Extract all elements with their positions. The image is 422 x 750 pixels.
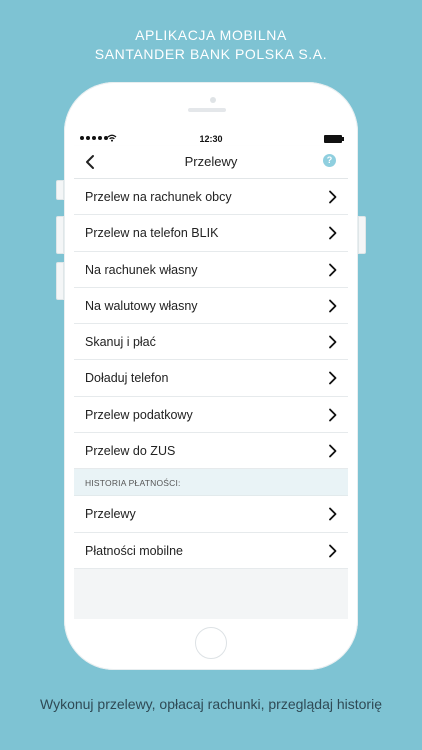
history-menu: Przelewy Płatności mobilne	[74, 496, 348, 569]
promo-title-line2: SANTANDER BANK POLSKA S.A.	[94, 46, 328, 62]
menu-item-label: Przelew podatkowy	[85, 407, 193, 422]
menu-item-label: Przelew do ZUS	[85, 444, 176, 459]
volume-up-button	[56, 216, 64, 254]
chevron-right-icon	[329, 335, 337, 349]
volume-down-button	[56, 262, 64, 300]
menu-item-skanuj-i-plac[interactable]: Skanuj i płać	[74, 324, 348, 361]
menu-item-label: Na rachunek własny	[85, 262, 198, 277]
menu-item-na-rachunek-wlasny[interactable]: Na rachunek własny	[74, 251, 348, 288]
menu-item-label: Doładuj telefon	[85, 371, 169, 386]
chevron-right-icon	[329, 190, 337, 204]
status-time: 12:30	[199, 134, 223, 144]
help-icon[interactable]: ?	[323, 154, 336, 167]
chevron-right-icon	[329, 372, 337, 385]
transfer-menu: Przelew na rachunek obcy Przelew na tele…	[74, 179, 348, 470]
mute-switch	[56, 180, 64, 200]
chevron-right-icon	[329, 299, 337, 313]
chevron-right-icon	[329, 408, 337, 422]
menu-item-label: Na walutowy własny	[85, 298, 198, 313]
menu-item-przelew-podatkowy[interactable]: Przelew podatkowy	[74, 396, 348, 434]
chevron-right-icon	[329, 263, 337, 276]
menu-item-label: Płatności mobilne	[85, 543, 183, 558]
menu-item-label: Skanuj i płać	[85, 335, 156, 350]
status-bar: 12:30	[74, 132, 348, 146]
battery-icon	[324, 135, 344, 143]
history-section-header: HISTORIA PŁATNOŚCI:	[74, 469, 348, 497]
navigation-bar: Przelewy ?	[74, 146, 348, 179]
menu-item-platnosci-mobilne[interactable]: Płatności mobilne	[74, 532, 348, 569]
history-section-label: HISTORIA PŁATNOŚCI:	[85, 478, 181, 489]
menu-item-label: Przelew na telefon BLIK	[85, 226, 219, 241]
menu-item-przelew-na-telefon-blik[interactable]: Przelew na telefon BLIK	[74, 215, 348, 252]
promo-title: APLIKACJA MOBILNA SANTANDER BANK POLSKA …	[0, 26, 422, 64]
menu-item-przelew-na-rachunek-obcy[interactable]: Przelew na rachunek obcy	[74, 179, 348, 216]
menu-item-przelewy[interactable]: Przelewy	[74, 496, 348, 533]
menu-item-label: Przelew na rachunek obcy	[85, 190, 232, 204]
menu-item-doladuj-telefon[interactable]: Doładuj telefon	[74, 360, 348, 397]
chevron-right-icon	[329, 226, 337, 240]
camera-icon	[210, 97, 216, 103]
menu-item-na-walutowy-wlasny[interactable]: Na walutowy własny	[74, 287, 348, 325]
promo-title-line1: APLIKACJA MOBILNA	[135, 27, 287, 43]
chevron-right-icon	[329, 507, 337, 521]
menu-item-przelew-do-zus[interactable]: Przelew do ZUS	[74, 433, 348, 470]
app-screen: 12:30 Przelewy ? Przelew na rachunek obc…	[74, 132, 348, 619]
power-button	[358, 216, 366, 254]
chevron-right-icon	[329, 444, 337, 458]
page-title: Przelewy	[184, 154, 238, 169]
promo-caption: Wykonuj przelewy, opłacaj rachunki, prze…	[39, 696, 382, 712]
menu-item-label: Przelewy	[85, 507, 136, 522]
speaker-grille	[188, 108, 226, 112]
home-button[interactable]	[195, 627, 227, 659]
chevron-right-icon	[329, 544, 337, 558]
